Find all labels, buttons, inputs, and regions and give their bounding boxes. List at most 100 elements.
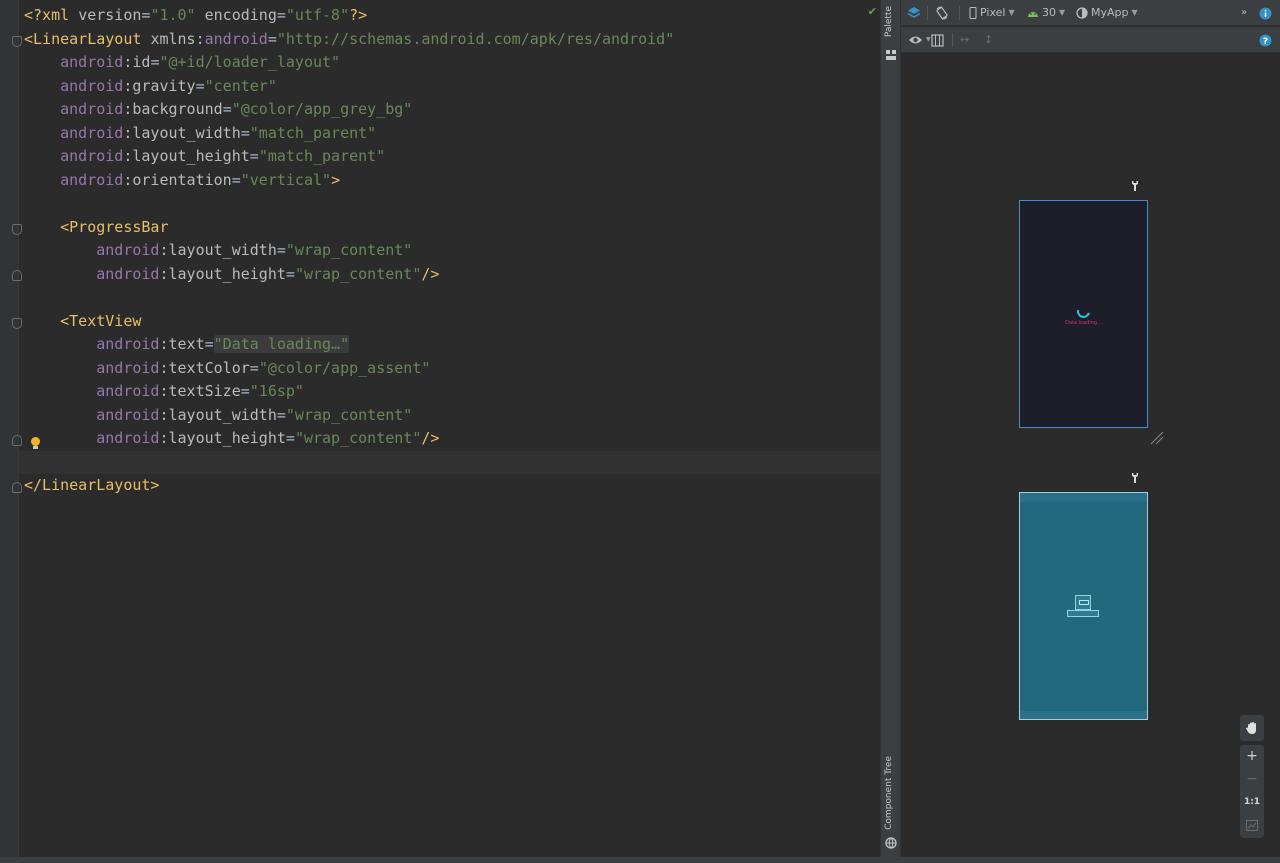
code-token: encoding xyxy=(204,6,277,24)
code-line[interactable]: <?xml version="1.0" encoding="utf-8"?> xyxy=(24,4,367,27)
design-surface-pane: Pixel ▼ 30 ▼ MyApp ▼ » ▼ ↔ ↕ ? Data load… xyxy=(901,0,1280,857)
wrench-icon[interactable] xyxy=(1130,180,1140,192)
code-token: <TextView xyxy=(60,311,142,330)
code-line[interactable]: <TextView xyxy=(24,310,141,333)
code-line[interactable]: android:layout_width="match_parent" xyxy=(24,122,376,145)
zoom-reset-button[interactable]: 1:1 xyxy=(1240,791,1264,814)
code-line[interactable]: <LinearLayout xmlns:android="http://sche… xyxy=(24,28,674,51)
help-icon[interactable]: ? xyxy=(1259,32,1272,48)
design-toolbar: Pixel ▼ 30 ▼ MyApp ▼ » xyxy=(901,0,1280,26)
code-line[interactable]: android:layout_height="wrap_content"/> xyxy=(24,263,439,286)
fold-marker-icon[interactable] xyxy=(12,482,22,493)
code-token: = xyxy=(222,100,232,118)
code-line[interactable]: android:layout_width="wrap_content" xyxy=(24,404,412,427)
api-label: 30 xyxy=(1042,6,1056,19)
fold-marker-icon[interactable] xyxy=(12,270,22,281)
palette-tab[interactable]: Palette xyxy=(884,6,898,37)
loading-text-preview: Data loading... xyxy=(1065,320,1102,326)
code-token: xmlns: xyxy=(150,29,205,48)
horizontal-resize-icon[interactable]: ↔ xyxy=(960,32,969,48)
hand-icon[interactable] xyxy=(1240,715,1264,738)
api-level-selector[interactable]: 30 ▼ xyxy=(1027,5,1065,21)
theme-icon xyxy=(1076,7,1088,19)
component-tree-tab[interactable]: Component Tree xyxy=(884,756,898,830)
split-view-icon[interactable] xyxy=(931,32,944,48)
code-line[interactable]: android:textSize="16sp" xyxy=(24,380,304,403)
code-token: = xyxy=(204,335,214,353)
zoom-to-fit-icon[interactable] xyxy=(1240,814,1264,837)
resize-handle-icon[interactable] xyxy=(1149,430,1165,446)
fold-marker-icon[interactable] xyxy=(12,318,22,329)
layers-icon[interactable] xyxy=(907,5,921,21)
code-token: android xyxy=(96,264,160,283)
side-tool-strip: Palette Component Tree xyxy=(880,0,901,857)
code-token: = xyxy=(240,382,250,400)
design-canvas[interactable] xyxy=(901,53,1280,857)
status-strip xyxy=(0,857,1280,863)
overflow-icon[interactable]: » xyxy=(1241,5,1247,21)
code-line[interactable]: android:gravity="center" xyxy=(24,75,277,98)
code-token: /> xyxy=(421,429,440,447)
code-line[interactable]: android:layout_height="wrap_content"/> xyxy=(24,427,439,450)
code-line[interactable]: android:layout_width="wrap_content" xyxy=(24,239,412,262)
code-editor[interactable]: <?xml version="1.0" encoding="utf-8"?> <L… xyxy=(0,0,880,857)
code-token: "wrap_content" xyxy=(294,429,422,447)
code-line[interactable]: </LinearLayout> xyxy=(24,474,159,497)
globe-icon[interactable] xyxy=(885,834,897,849)
phone-icon xyxy=(969,7,977,19)
code-token: "wrap_content" xyxy=(285,241,413,259)
code-line[interactable]: android:text="Data loading…" xyxy=(24,333,350,356)
code-token: = xyxy=(195,76,205,95)
code-token: "http://schemas.android.com/apk/res/andr… xyxy=(276,29,675,48)
info-icon[interactable] xyxy=(1259,5,1272,21)
code-token: = xyxy=(285,264,295,283)
fold-marker-icon[interactable] xyxy=(12,224,22,235)
theme-label: MyApp xyxy=(1091,6,1129,19)
code-token: "1.0" xyxy=(150,6,196,24)
code-token: </LinearLayout> xyxy=(24,476,160,494)
code-line[interactable]: android:orientation="vertical"> xyxy=(24,169,340,192)
device-selector[interactable]: Pixel ▼ xyxy=(969,5,1015,21)
wrench-icon[interactable] xyxy=(1130,472,1140,484)
code-line[interactable]: android:layout_height="match_parent" xyxy=(24,145,385,168)
toolbar-separator xyxy=(959,6,960,20)
zoom-panel: + − 1:1 xyxy=(1240,745,1264,838)
progress-bar-preview xyxy=(1074,302,1093,321)
code-token: "16sp" xyxy=(249,382,304,400)
zoom-in-button[interactable]: + xyxy=(1240,745,1264,768)
checkmark-icon: ✔ xyxy=(867,5,877,18)
design-preview-frame[interactable]: Data loading... xyxy=(1019,200,1148,428)
code-token: android xyxy=(96,429,160,447)
code-token: :layout_width xyxy=(159,405,277,424)
eye-icon[interactable]: ▼ xyxy=(908,32,931,48)
code-token: android xyxy=(96,358,160,377)
code-token: "vertical" xyxy=(240,170,332,189)
code-line[interactable]: android:background="@color/app_grey_bg" xyxy=(24,98,412,121)
blueprint-preview-frame[interactable] xyxy=(1019,492,1148,720)
orientation-icon[interactable] xyxy=(935,5,949,21)
editor-gutter[interactable] xyxy=(0,0,19,857)
code-line[interactable]: <ProgressBar xyxy=(24,216,168,239)
code-token: "match_parent" xyxy=(249,123,377,142)
vertical-resize-icon[interactable]: ↕ xyxy=(984,32,993,48)
palette-icon[interactable] xyxy=(885,46,897,60)
fold-marker-icon[interactable] xyxy=(12,435,22,446)
code-token: android xyxy=(96,382,160,400)
theme-selector[interactable]: MyApp ▼ xyxy=(1076,5,1138,21)
code-line[interactable]: android:textColor="@color/app_assent" xyxy=(24,357,430,380)
code-token: "utf-8" xyxy=(285,6,350,24)
code-line[interactable]: android:id="@+id/loader_layout" xyxy=(24,51,340,74)
fold-marker-icon[interactable] xyxy=(12,36,22,47)
blueprint-progress-bar xyxy=(1075,595,1091,610)
code-token: "center" xyxy=(204,76,277,95)
zoom-out-button[interactable]: − xyxy=(1240,768,1264,791)
lightbulb-icon[interactable] xyxy=(30,437,40,449)
code-token: "@color/app_grey_bg" xyxy=(231,100,413,118)
code-token: android xyxy=(60,170,124,189)
